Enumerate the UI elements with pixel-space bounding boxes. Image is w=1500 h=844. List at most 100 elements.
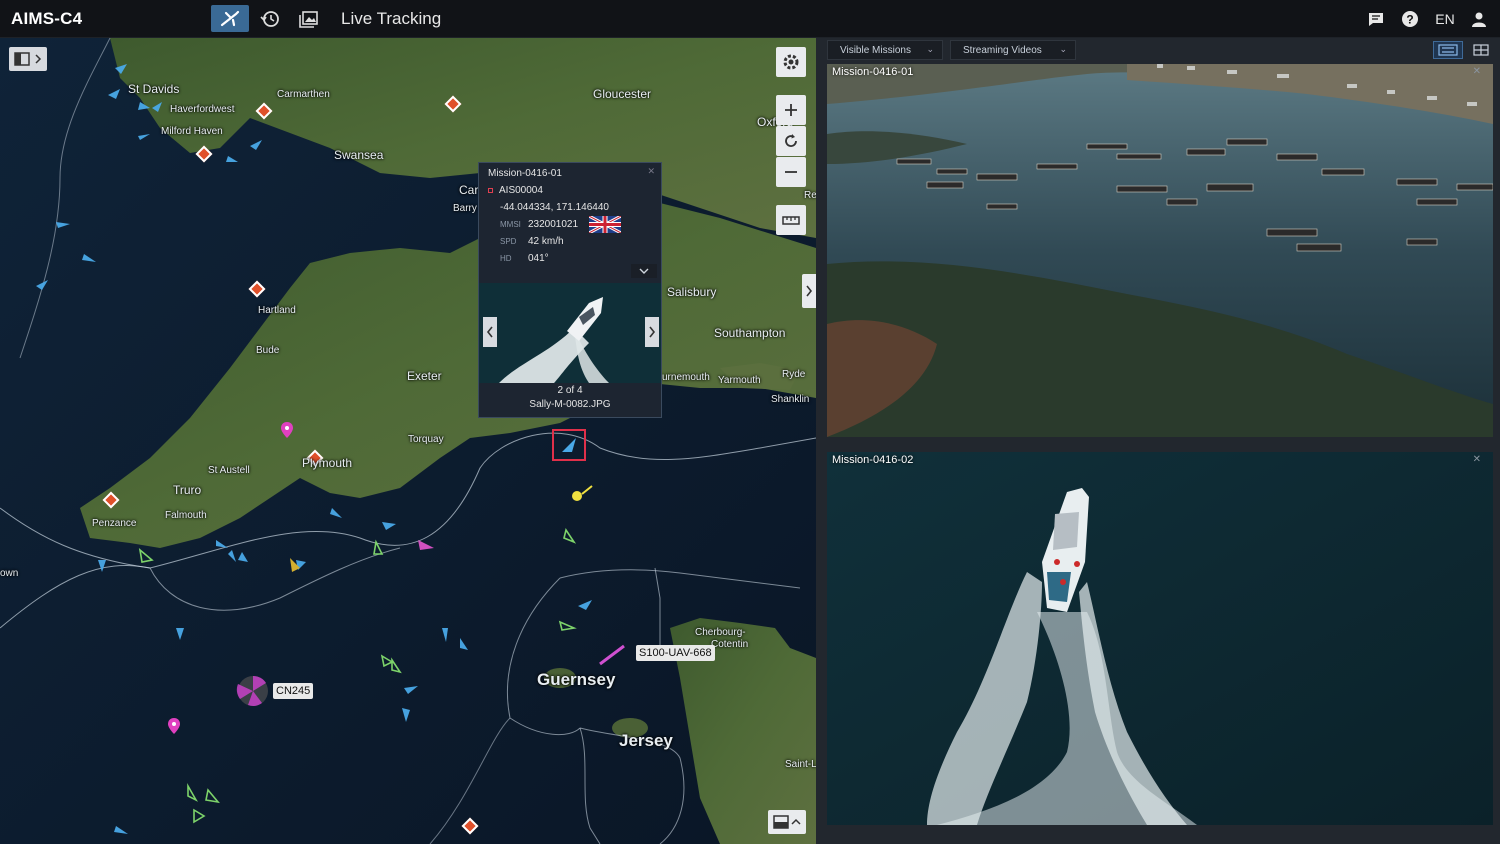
map-label: St Davids bbox=[128, 82, 180, 96]
map-label: Bude bbox=[256, 345, 280, 356]
visible-missions-label: Visible Missions bbox=[840, 44, 911, 56]
map-label-jersey: Jersey bbox=[619, 731, 673, 750]
chevron-right-icon bbox=[35, 54, 42, 64]
layout-split-icon bbox=[1438, 44, 1458, 56]
map-label: Torquay bbox=[408, 434, 444, 445]
map-label: Southampton bbox=[714, 326, 786, 340]
map-label: Penzance bbox=[92, 518, 137, 529]
popup-spd: 42 km/h bbox=[528, 236, 564, 247]
layout-split-button[interactable] bbox=[1433, 41, 1463, 59]
chevron-right-icon bbox=[649, 326, 656, 338]
nav-gallery-button[interactable] bbox=[290, 5, 328, 32]
map-label: Exeter bbox=[407, 369, 442, 383]
cn-tag[interactable]: CN245 bbox=[273, 683, 314, 699]
map-label: Salisbury bbox=[667, 285, 717, 299]
streaming-videos-dropdown[interactable]: Streaming Videos ⌄ bbox=[950, 40, 1076, 60]
popup-mmsi: 232001021 bbox=[528, 219, 579, 230]
zoom-in-icon bbox=[785, 104, 797, 116]
map-label: Cotentin bbox=[711, 639, 749, 650]
popup-coords: -44.044334, 171.146440 bbox=[500, 202, 609, 213]
map-label: Hartland bbox=[258, 305, 296, 316]
hd-label: HD bbox=[500, 254, 512, 263]
video-title: Mission-0416-02 bbox=[832, 454, 914, 466]
streaming-videos-label: Streaming Videos bbox=[963, 44, 1042, 56]
uav-tag[interactable]: S100-UAV-668 bbox=[636, 645, 715, 661]
minimap-toggle-button[interactable] bbox=[768, 810, 806, 834]
photo-next-button[interactable] bbox=[645, 317, 659, 347]
map-label: Truro bbox=[173, 483, 202, 497]
airplane-icon bbox=[220, 10, 240, 26]
app-brand: AIMS-C4 bbox=[11, 9, 83, 28]
top-bar: AIMS-C4 Live Tracking ? EN bbox=[0, 0, 1500, 38]
minimap-icon bbox=[773, 815, 801, 829]
photo-filename: Sally-M-0082.JPG bbox=[529, 399, 611, 410]
popup-spd-row: SPD 42 km/h bbox=[500, 236, 564, 247]
map-label: Car bbox=[459, 183, 479, 197]
photo-prev-button[interactable] bbox=[483, 317, 497, 347]
history-icon bbox=[260, 10, 279, 27]
expand-panel-button[interactable] bbox=[802, 274, 816, 308]
map-label: Yarmouth bbox=[718, 375, 761, 386]
popup-hd-row: HD 041° bbox=[500, 253, 549, 264]
video-feed-harbor bbox=[827, 64, 1493, 437]
map-label: Plymouth bbox=[302, 456, 353, 470]
map-label: Falmouth bbox=[165, 510, 207, 521]
video-tile[interactable]: Mission-0416-02 ✕ bbox=[827, 452, 1493, 825]
map-label: Haverfordwest bbox=[170, 104, 235, 115]
uk-flag-icon bbox=[589, 216, 621, 233]
user-button[interactable] bbox=[1464, 5, 1494, 32]
user-icon bbox=[1472, 12, 1486, 27]
map-label: own bbox=[0, 568, 19, 579]
zoom-in-button[interactable] bbox=[776, 95, 806, 125]
map-label: Carmarthen bbox=[277, 89, 330, 100]
close-icon[interactable]: ✕ bbox=[1473, 66, 1481, 77]
close-icon[interactable]: ✕ bbox=[647, 166, 655, 177]
map-settings-button[interactable] bbox=[776, 47, 806, 77]
chevron-down-icon: ⌄ bbox=[926, 44, 934, 54]
help-button[interactable]: ? bbox=[1395, 5, 1425, 32]
reset-icon bbox=[785, 134, 797, 147]
chevron-right-icon bbox=[806, 285, 813, 297]
layout-grid-icon bbox=[1473, 44, 1489, 56]
popup-ais: AIS00004 bbox=[499, 185, 543, 196]
map-label: Gloucester bbox=[593, 87, 652, 101]
chat-icon bbox=[1369, 12, 1383, 26]
visible-missions-dropdown[interactable]: Visible Missions ⌄ bbox=[827, 40, 943, 60]
mmsi-label: MMSI bbox=[500, 220, 521, 229]
nav-live-tracking-button[interactable] bbox=[211, 5, 249, 32]
close-icon[interactable]: ✕ bbox=[1473, 454, 1481, 465]
vessel-popup: Mission-0416-01 ✕ AIS00004 -44.044334, 1… bbox=[478, 162, 662, 418]
language-button[interactable]: EN bbox=[1430, 5, 1460, 32]
chevron-down-icon: ⌄ bbox=[1059, 44, 1067, 54]
map-label: Swansea bbox=[334, 148, 384, 162]
zoom-out-button[interactable] bbox=[776, 157, 806, 187]
chevron-down-icon bbox=[639, 268, 649, 274]
popup-ais-row: AIS00004 bbox=[488, 185, 543, 196]
svg-text:?: ? bbox=[1406, 12, 1413, 26]
spd-label: SPD bbox=[500, 237, 517, 246]
video-tile[interactable]: Mission-0416-01 ✕ bbox=[827, 64, 1493, 437]
sidebar-toggle-button[interactable] bbox=[9, 47, 47, 71]
ruler-icon bbox=[782, 216, 800, 225]
popup-hd: 041° bbox=[528, 253, 549, 264]
chat-button[interactable] bbox=[1361, 5, 1391, 32]
popup-mission: Mission-0416-01 bbox=[488, 168, 562, 179]
nav-history-button[interactable] bbox=[251, 5, 289, 32]
help-icon: ? bbox=[1402, 10, 1418, 27]
chevron-left-icon bbox=[486, 326, 493, 338]
popup-mmsi-row: MMSI 232001021 bbox=[500, 219, 578, 230]
map-view[interactable]: St Davids Haverfordwest Milford Haven Ca… bbox=[0, 38, 816, 844]
measure-button[interactable] bbox=[776, 205, 806, 235]
map-label: Cherbourg- bbox=[695, 627, 746, 638]
map-label: Milford Haven bbox=[161, 126, 223, 137]
ais-dot-icon bbox=[488, 188, 493, 193]
map-label: Shanklin bbox=[771, 394, 810, 405]
popup-collapse-button[interactable] bbox=[631, 264, 657, 278]
map-label: Saint-L bbox=[785, 759, 816, 770]
map-label: St Austell bbox=[208, 465, 250, 476]
video-feed-boat bbox=[827, 452, 1493, 825]
reset-view-button[interactable] bbox=[776, 126, 806, 156]
map-label: Re bbox=[804, 190, 816, 201]
map-label-guernsey: Guernsey bbox=[537, 670, 616, 689]
layout-grid-button[interactable] bbox=[1466, 41, 1496, 59]
